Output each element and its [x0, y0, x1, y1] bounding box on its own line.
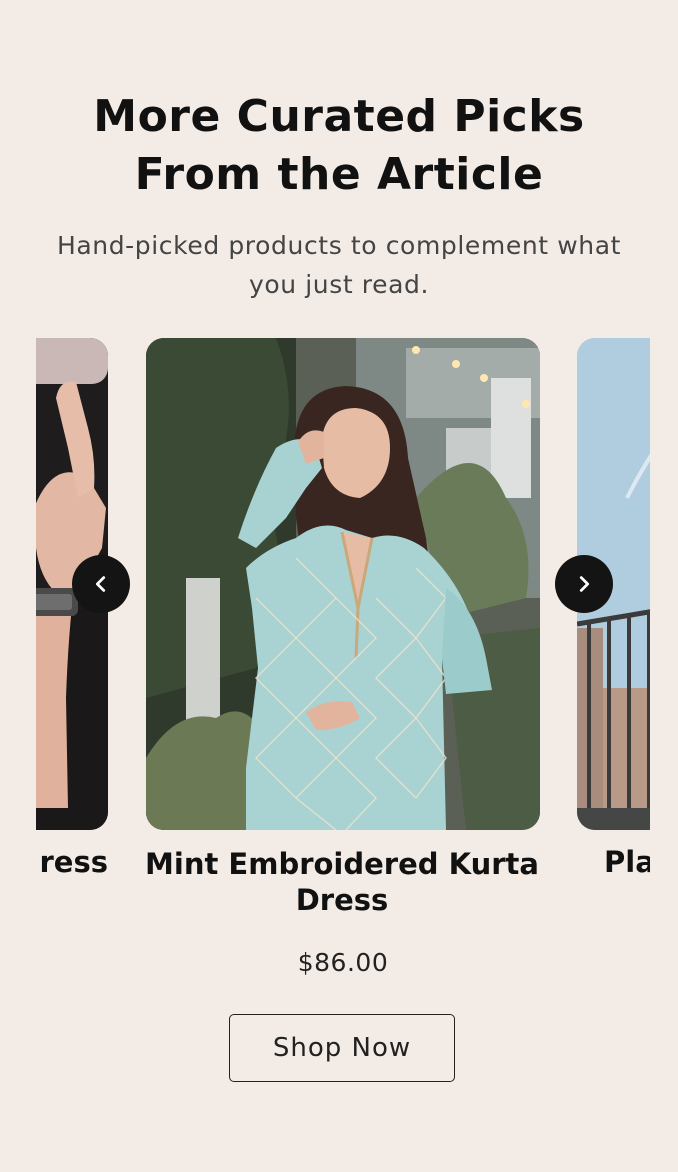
curated-picks-section: More Curated Picks From the Article Hand… — [0, 0, 678, 1172]
product-name-next[interactable]: Pla — [604, 844, 650, 878]
section-subtitle: Hand-picked products to complement what … — [30, 226, 648, 304]
product-price: $86.00 — [297, 948, 389, 977]
section-title: More Curated Picks From the Article — [0, 88, 678, 204]
carousel-next-button[interactable] — [555, 555, 613, 613]
section-subtitle-line-1: Hand-picked products to complement what — [56, 231, 622, 260]
product-image-main[interactable] — [146, 338, 540, 830]
carousel-prev-button[interactable] — [72, 555, 130, 613]
product-name-main-line-1: Mint Embroidered Kurta — [145, 847, 539, 881]
product-carousel: ress Pla — [36, 338, 650, 878]
chevron-right-icon — [579, 576, 590, 592]
product-photo-main — [146, 338, 540, 830]
shop-now-button[interactable]: Shop Now — [229, 1014, 455, 1082]
product-name-main-line-2: Dress — [295, 883, 389, 917]
product-name-previous[interactable]: ress — [40, 844, 109, 878]
product-name-main[interactable]: Mint Embroidered Kurta Dress — [120, 846, 564, 918]
section-subtitle-line-2: you just read. — [248, 270, 430, 299]
section-title-line-2: From the Article — [134, 149, 544, 200]
chevron-left-icon — [95, 576, 106, 592]
section-title-line-1: More Curated Picks — [93, 91, 585, 142]
